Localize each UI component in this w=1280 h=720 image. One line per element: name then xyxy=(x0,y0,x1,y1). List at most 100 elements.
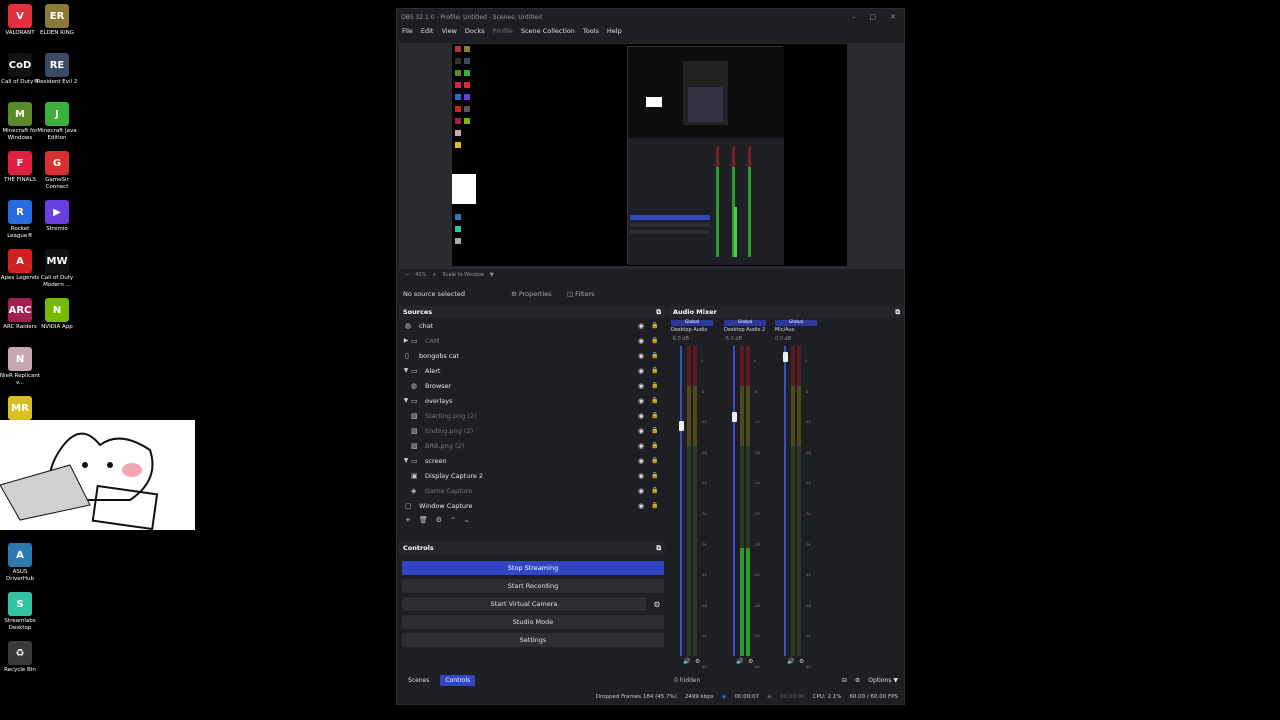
desktop-icon[interactable]: ♻ Recycle Bin xyxy=(0,641,40,674)
expand-arrow-icon[interactable]: ▶ xyxy=(401,337,411,344)
fader-knob[interactable] xyxy=(783,352,788,362)
options-button[interactable]: Options ▼ xyxy=(868,677,898,684)
channel-settings-icon[interactable]: ⚙ xyxy=(799,658,804,665)
undock-icon[interactable]: ⧉ xyxy=(656,308,661,317)
mute-speaker-icon[interactable]: 🔊 xyxy=(787,658,794,665)
source-item[interactable]: ◍ chat ◉ 🔒 xyxy=(399,318,665,333)
gear-icon[interactable]: ⚙ xyxy=(855,677,860,684)
lock-icon[interactable]: 🔒 xyxy=(651,322,658,329)
visibility-eye-icon[interactable]: ◉ xyxy=(638,367,644,375)
desktop-icon[interactable]: A Apex Legends xyxy=(0,249,40,282)
lock-icon[interactable]: 🔒 xyxy=(651,427,658,434)
source-item[interactable]: ▨ BRB.png (2) ◉ 🔒 xyxy=(399,438,665,453)
zoom-in-icon[interactable]: + xyxy=(432,272,436,278)
lock-icon[interactable]: 🔒 xyxy=(651,352,658,359)
tab-controls[interactable]: Controls xyxy=(440,674,476,686)
visibility-eye-icon[interactable]: ◉ xyxy=(638,352,644,360)
start-recording-button[interactable]: Start Recording xyxy=(402,579,664,593)
mute-speaker-icon[interactable]: 🔊 xyxy=(736,658,743,665)
source-item[interactable]: ▼ ▭ overlays ◉ 🔒 xyxy=(399,393,665,408)
visibility-eye-icon[interactable]: ◉ xyxy=(638,487,644,495)
desktop-icon[interactable]: J Minecraft Java Edition xyxy=(37,102,77,142)
desktop-icon[interactable]: M Minecraft for Windows xyxy=(0,102,40,142)
preview-area[interactable] xyxy=(399,43,904,269)
fader-knob[interactable] xyxy=(732,412,737,422)
menu-profile[interactable]: Profile xyxy=(493,27,513,35)
visibility-eye-icon[interactable]: ◉ xyxy=(638,382,644,390)
preview-canvas[interactable] xyxy=(452,44,847,266)
maximize-icon[interactable]: □ xyxy=(870,13,877,21)
visibility-eye-icon[interactable]: ◉ xyxy=(638,322,644,330)
lock-icon[interactable]: 🔒 xyxy=(651,412,658,419)
channel-name[interactable]: Desktop Audio 2 xyxy=(724,327,774,333)
lock-icon[interactable]: 🔒 xyxy=(651,442,658,449)
desktop-icon[interactable]: S Streamlabs Desktop xyxy=(0,592,40,632)
desktop-icon[interactable]: ER ELDEN RING xyxy=(37,4,77,37)
virtual-camera-settings-icon[interactable]: ⚙ xyxy=(650,597,664,611)
source-item[interactable]: ▶ ▭ CAM ◉ 🔒 xyxy=(399,333,665,348)
expand-arrow-icon[interactable]: ▼ xyxy=(401,457,411,464)
trash-icon[interactable]: 🗑 xyxy=(419,516,428,524)
menu-help[interactable]: Help xyxy=(607,27,622,35)
menu-edit[interactable]: Edit xyxy=(421,27,434,35)
visibility-eye-icon[interactable]: ◉ xyxy=(638,412,644,420)
menu-tools[interactable]: Tools xyxy=(583,27,599,35)
properties-button[interactable]: ⚙ Properties xyxy=(511,290,552,298)
source-item[interactable]: ▯ bongobs cat ◉ 🔒 xyxy=(399,348,665,363)
add-icon[interactable]: + xyxy=(405,516,411,524)
source-item[interactable]: ◍ Browser ◉ 🔒 xyxy=(399,378,665,393)
scale-mode[interactable]: Scale to Window xyxy=(443,272,484,278)
studio-mode-button[interactable]: Studio Mode xyxy=(402,615,664,629)
expand-arrow-icon[interactable]: ▼ xyxy=(401,367,411,374)
visibility-eye-icon[interactable]: ◉ xyxy=(638,337,644,345)
visibility-eye-icon[interactable]: ◉ xyxy=(638,397,644,405)
desktop-icon[interactable]: N NVIDIA App xyxy=(37,298,77,331)
start-virtual-camera-button[interactable]: Start Virtual Camera xyxy=(402,597,646,611)
filters-button[interactable]: ◫ Filters xyxy=(567,290,595,298)
volume-fader[interactable] xyxy=(680,346,682,656)
desktop-icon[interactable]: MW Call of Duty Modern ... xyxy=(37,249,77,289)
volume-fader[interactable] xyxy=(733,346,735,656)
minimize-icon[interactable]: – xyxy=(852,13,856,21)
gear-icon[interactable]: ⚙ xyxy=(436,516,442,524)
source-item[interactable]: ▨ Starting.png (2) ◉ 🔒 xyxy=(399,408,665,423)
lock-icon[interactable]: 🔒 xyxy=(651,487,658,494)
move-down-icon[interactable]: ⌄ xyxy=(464,516,470,524)
desktop-icon[interactable]: N NieR Replicant v... xyxy=(0,347,40,387)
desktop-icon[interactable]: ARC ARC Raiders xyxy=(0,298,40,331)
channel-settings-icon[interactable]: ⚙ xyxy=(748,658,753,665)
visibility-eye-icon[interactable]: ◉ xyxy=(638,457,644,465)
lock-icon[interactable]: 🔒 xyxy=(651,457,658,464)
source-item[interactable]: ◈ Game Capture ◉ 🔒 xyxy=(399,483,665,498)
menu-scene-collection[interactable]: Scene Collection xyxy=(521,27,575,35)
settings-button[interactable]: Settings xyxy=(402,633,664,647)
move-up-icon[interactable]: ⌃ xyxy=(450,516,456,524)
source-item[interactable]: ▼ ▭ Alert ◉ 🔒 xyxy=(399,363,665,378)
channel-name[interactable]: Desktop Audio xyxy=(671,327,721,333)
lock-icon[interactable]: 🔒 xyxy=(651,472,658,479)
desktop-icon[interactable]: A ASUS DriverHub xyxy=(0,543,40,583)
desktop-icon[interactable]: F THE FINALS xyxy=(0,151,40,184)
tab-scenes[interactable]: Scenes xyxy=(403,675,434,686)
undock-icon[interactable]: ⧉ xyxy=(656,544,661,553)
menu-view[interactable]: View xyxy=(441,27,456,35)
desktop-icon[interactable]: V VALORANT xyxy=(0,4,40,37)
desktop-icon[interactable]: R Rocket League® xyxy=(0,200,40,240)
desktop-icon[interactable]: CoD Call of Duty® xyxy=(0,53,40,86)
zoom-out-icon[interactable]: − xyxy=(405,272,409,278)
source-item[interactable]: ▣ Display Capture 2 ◉ 🔒 xyxy=(399,468,665,483)
source-item[interactable]: ▼ ▭ screen ◉ 🔒 xyxy=(399,453,665,468)
lock-icon[interactable]: 🔒 xyxy=(651,397,658,404)
channel-settings-icon[interactable]: ⚙ xyxy=(695,658,700,665)
desktop-icon[interactable]: ▶ Stremio xyxy=(37,200,77,233)
fader-knob[interactable] xyxy=(679,421,684,431)
desktop-icon[interactable]: G GameSir Connect xyxy=(37,151,77,191)
stop-streaming-button[interactable]: Stop Streaming xyxy=(402,561,664,575)
lock-icon[interactable]: 🔒 xyxy=(651,382,658,389)
layout-icon[interactable]: ⊟ xyxy=(842,677,847,684)
visibility-eye-icon[interactable]: ◉ xyxy=(638,472,644,480)
mute-speaker-icon[interactable]: 🔊 xyxy=(683,658,690,665)
undock-icon[interactable]: ⧉ xyxy=(895,308,900,317)
menu-docks[interactable]: Docks xyxy=(465,27,485,35)
chevron-down-icon[interactable]: ▼ xyxy=(490,272,494,278)
